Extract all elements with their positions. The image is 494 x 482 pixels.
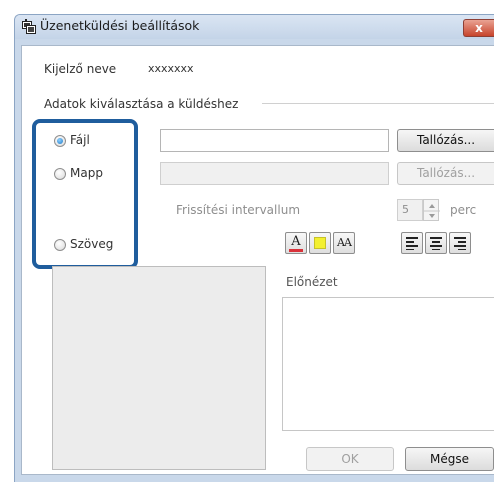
background-color-icon — [314, 237, 326, 249]
file-browse-button[interactable]: Tallózás... — [397, 129, 494, 152]
cancel-button[interactable]: Mégse — [405, 447, 494, 471]
background-color-button[interactable] — [309, 232, 331, 254]
refresh-interval-label: Frissítési intervallum — [176, 203, 301, 217]
group-divider — [262, 103, 494, 104]
group-title: Adatok kiválasztása a küldéshez — [44, 97, 239, 111]
ok-button[interactable]: OK — [306, 447, 394, 471]
align-right-icon — [454, 237, 466, 250]
close-button[interactable]: x — [463, 19, 494, 37]
font-size-button[interactable]: AA — [333, 232, 355, 254]
file-label[interactable]: Fájl — [70, 133, 90, 147]
refresh-interval-spinner[interactable] — [423, 199, 440, 221]
display-name-label: Kijelző neve — [44, 62, 117, 76]
preview-label: Előnézet — [286, 275, 338, 289]
folder-radio[interactable] — [54, 168, 66, 180]
text-label[interactable]: Szöveg — [70, 237, 113, 251]
close-icon: x — [475, 21, 483, 35]
app-icon — [22, 19, 36, 34]
font-color-button[interactable]: A — [285, 232, 307, 254]
file-radio[interactable] — [54, 135, 66, 147]
align-right-button[interactable] — [449, 232, 471, 254]
folder-browse-button[interactable]: Tallózás... — [397, 162, 494, 185]
display-name-value: xxxxxxx — [148, 62, 194, 75]
refresh-interval-unit: perc — [450, 203, 477, 217]
message-text-area[interactable] — [52, 266, 266, 470]
align-center-icon — [430, 237, 442, 250]
preview-pane — [282, 297, 494, 431]
align-left-icon — [406, 237, 418, 250]
folder-label[interactable]: Mapp — [70, 166, 103, 180]
font-color-swatch — [289, 249, 303, 252]
text-radio[interactable] — [54, 239, 66, 251]
align-center-button[interactable] — [425, 232, 447, 254]
file-path-input[interactable] — [160, 129, 389, 152]
folder-path-input[interactable] — [160, 162, 389, 185]
font-size-icon: AA — [337, 236, 352, 249]
refresh-interval-input[interactable]: 5 — [397, 199, 423, 221]
window-title: Üzenetküldési beállítások — [40, 18, 200, 33]
align-left-button[interactable] — [401, 232, 423, 254]
